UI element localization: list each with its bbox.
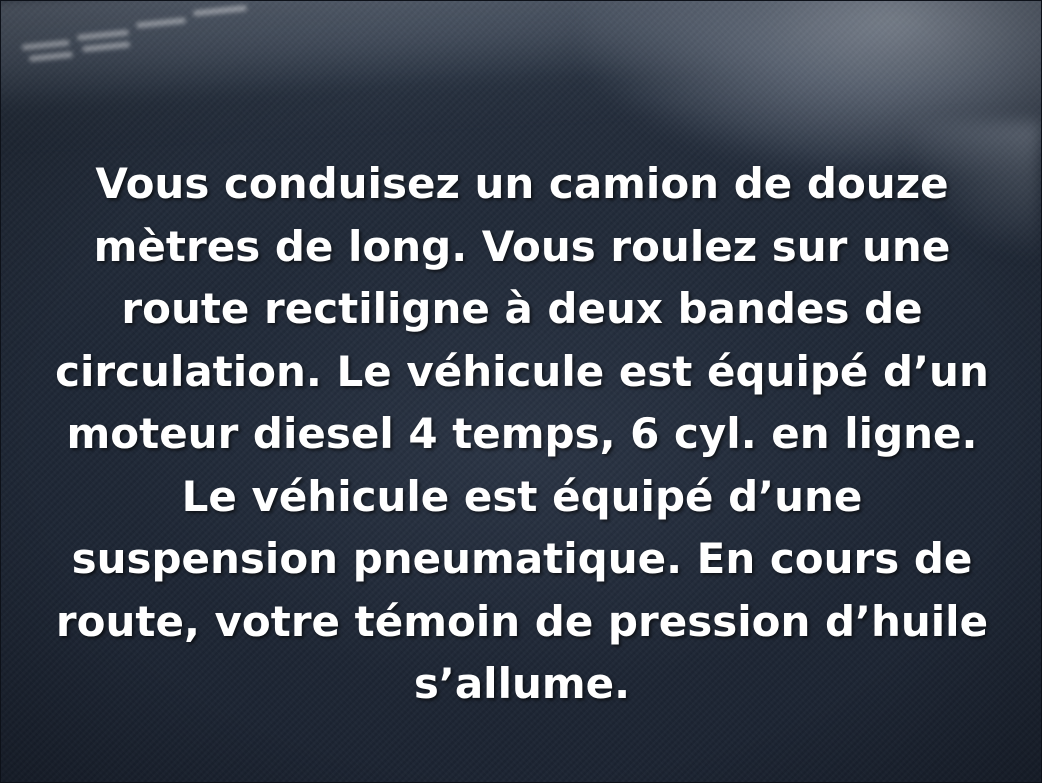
slide-body-text: Vous conduisez un camion de douze mètres… [55, 159, 989, 708]
slide: Vous conduisez un camion de douze mètres… [0, 0, 1042, 783]
